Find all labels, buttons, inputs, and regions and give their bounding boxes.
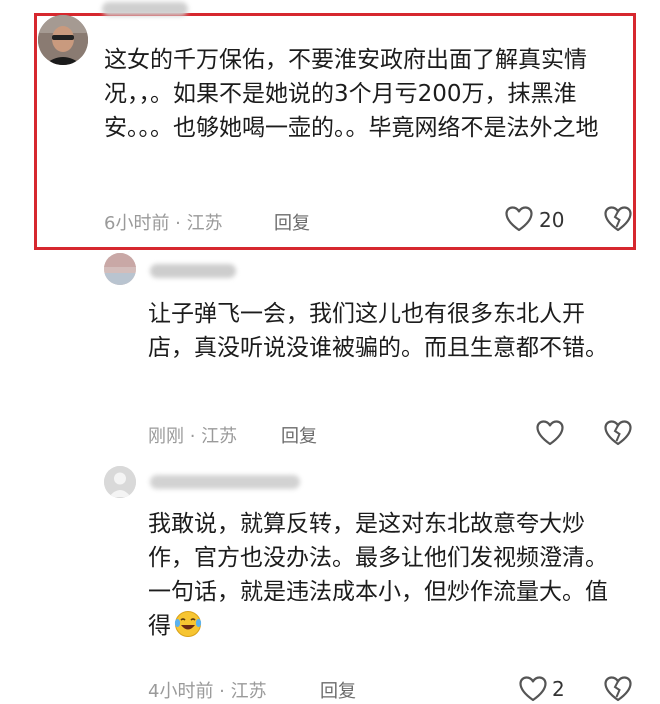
heart-outline-icon[interactable] — [505, 206, 533, 232]
avatar[interactable] — [38, 15, 88, 65]
broken-heart-icon[interactable] — [604, 206, 632, 232]
comment-text: 让子弹飞一会，我们这儿也有很多东北人开店，真没听说没谁被骗的。而且生意都不错。 — [148, 301, 608, 361]
avatar[interactable] — [104, 466, 136, 498]
comment-text: 这女的千万保佑，不要淮安政府出面了解真实情况，，。如果不是她说的3个月亏200万… — [104, 47, 599, 141]
heart-outline-icon[interactable] — [536, 420, 564, 446]
username-blurred — [102, 2, 188, 16]
like-count: 2 — [552, 677, 565, 701]
heart-outline-icon[interactable] — [519, 676, 547, 702]
comment-text: 我敢说，就算反转，是这对东北故意夸大炒作，官方也没办法。最多让他们发视频澄清。一… — [148, 511, 608, 639]
avatar[interactable] — [104, 253, 136, 285]
reply-button[interactable]: 回复 — [281, 422, 317, 448]
comment-meta: 4小时前 · 江苏 — [148, 681, 267, 702]
username-blurred — [150, 475, 300, 489]
username-blurred — [150, 264, 236, 278]
like-count: 20 — [539, 208, 565, 232]
comment-meta: 刚刚 · 江苏 — [148, 426, 238, 447]
reply-button[interactable]: 回复 — [320, 677, 356, 703]
broken-heart-icon[interactable] — [604, 676, 632, 702]
broken-heart-icon[interactable] — [604, 420, 632, 446]
laughing-emoji — [174, 611, 202, 637]
reply-button[interactable]: 回复 — [274, 209, 310, 235]
comment-meta: 6小时前 · 江苏 — [104, 213, 223, 234]
